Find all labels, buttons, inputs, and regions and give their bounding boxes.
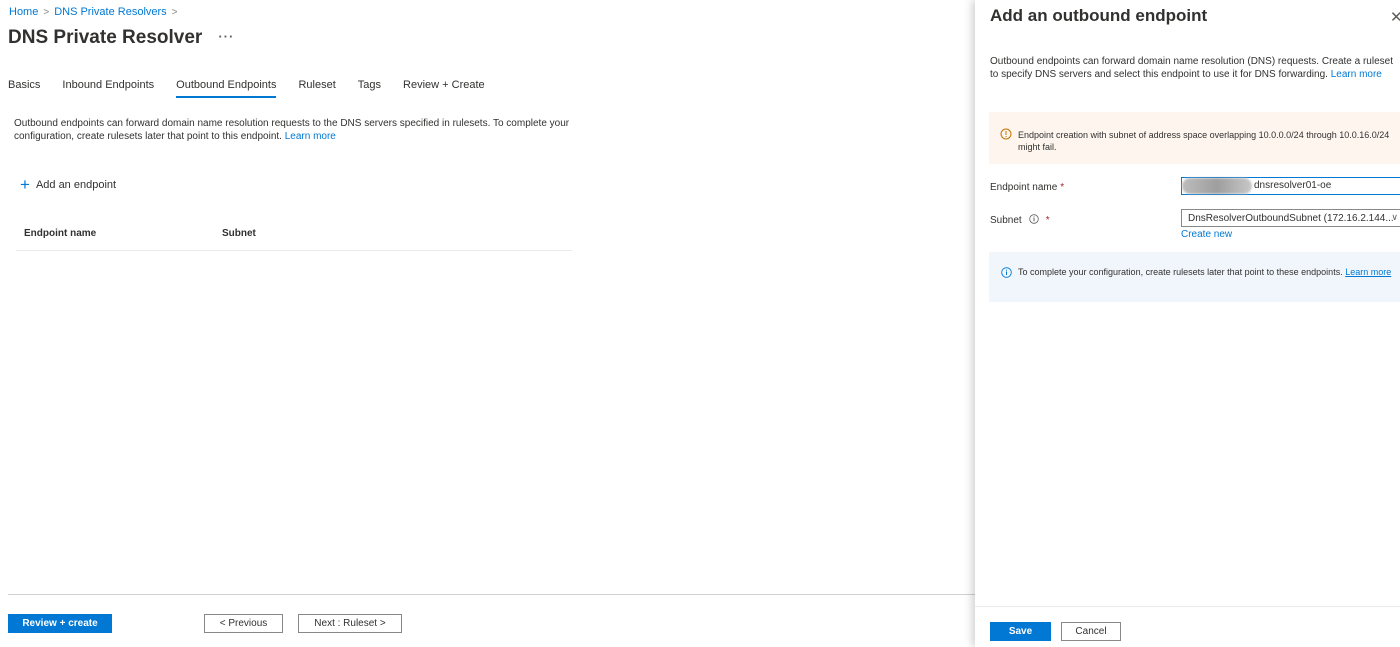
subnet-label-text: Subnet (990, 215, 1022, 226)
warning-icon (1000, 128, 1012, 143)
tab-inbound-endpoints[interactable]: Inbound Endpoints (62, 79, 154, 97)
panel-footer-divider (975, 606, 1400, 607)
breadcrumb-separator: > (171, 6, 178, 18)
tab-basics[interactable]: Basics (8, 79, 40, 97)
page-title: DNS Private Resolver ··· (8, 27, 234, 49)
breadcrumb-home[interactable]: Home (9, 6, 38, 18)
panel-learn-more-link[interactable]: Learn more (1331, 69, 1382, 80)
info-learn-more-link[interactable]: Learn more (1345, 267, 1391, 277)
add-endpoint-button[interactable]: + Add an endpoint (20, 175, 117, 194)
warning-text: Endpoint creation with subnet of address… (1018, 130, 1390, 152)
column-header-endpoint-name: Endpoint name (24, 228, 97, 239)
create-new-subnet-link[interactable]: Create new (1181, 229, 1232, 240)
info-icon[interactable] (1029, 214, 1039, 227)
info-text-block: To complete your configuration, create r… (1018, 266, 1398, 279)
column-header-subnet: Subnet (222, 228, 256, 239)
subnet-dropdown[interactable]: DnsResolverOutboundSubnet (172.16.2.144.… (1181, 209, 1400, 227)
previous-button[interactable]: < Previous (204, 614, 283, 633)
footer-divider (8, 594, 975, 595)
learn-more-link[interactable]: Learn more (285, 131, 336, 142)
redacted-text (1182, 178, 1252, 194)
more-options-icon[interactable]: ··· (218, 29, 234, 44)
info-text: To complete your configuration, create r… (1018, 267, 1343, 277)
tab-tags[interactable]: Tags (358, 79, 381, 97)
endpoints-table-header: Endpoint name Subnet (16, 222, 572, 251)
panel-description: Outbound endpoints can forward domain na… (990, 55, 1400, 81)
endpoint-name-label-text: Endpoint name (990, 182, 1058, 193)
review-create-button[interactable]: Review + create (8, 614, 112, 633)
panel-title: Add an outbound endpoint (990, 6, 1208, 25)
page-title-text: DNS Private Resolver (8, 27, 203, 48)
subnet-value: DnsResolverOutboundSubnet (172.16.2.144.… (1188, 212, 1394, 224)
tab-review-create[interactable]: Review + Create (403, 79, 485, 97)
info-circle-icon (1001, 267, 1012, 282)
wizard-tabs: Basics Inbound Endpoints Outbound Endpoi… (8, 79, 507, 98)
subnet-label: Subnet * (990, 214, 1050, 227)
warning-banner: Endpoint creation with subnet of address… (989, 112, 1400, 164)
info-banner: To complete your configuration, create r… (989, 252, 1400, 302)
plus-icon: + (20, 175, 30, 194)
next-ruleset-button[interactable]: Next : Ruleset > (298, 614, 402, 633)
tab-ruleset[interactable]: Ruleset (298, 79, 335, 97)
add-outbound-endpoint-panel: Add an outbound endpoint ✕ Outbound endp… (975, 0, 1400, 647)
breadcrumb: Home > DNS Private Resolvers > (9, 6, 183, 18)
chevron-down-icon: ∨ (1391, 212, 1398, 222)
required-marker: * (1060, 182, 1065, 193)
breadcrumb-separator: > (43, 6, 50, 18)
cancel-button[interactable]: Cancel (1061, 622, 1121, 641)
endpoint-name-label: Endpoint name * (990, 182, 1064, 193)
required-marker: * (1045, 215, 1050, 226)
endpoint-name-input[interactable]: dnsresolver01-oe (1181, 177, 1400, 195)
breadcrumb-dns-private-resolvers[interactable]: DNS Private Resolvers (54, 6, 166, 18)
close-icon[interactable]: ✕ (1390, 8, 1400, 26)
save-button[interactable]: Save (990, 622, 1051, 641)
main-content: Home > DNS Private Resolvers > DNS Priva… (0, 0, 975, 647)
endpoint-name-value: dnsresolver01-oe (1254, 180, 1332, 191)
outbound-description: Outbound endpoints can forward domain na… (14, 117, 584, 143)
tab-outbound-endpoints[interactable]: Outbound Endpoints (176, 79, 277, 98)
add-endpoint-label: Add an endpoint (35, 179, 117, 191)
